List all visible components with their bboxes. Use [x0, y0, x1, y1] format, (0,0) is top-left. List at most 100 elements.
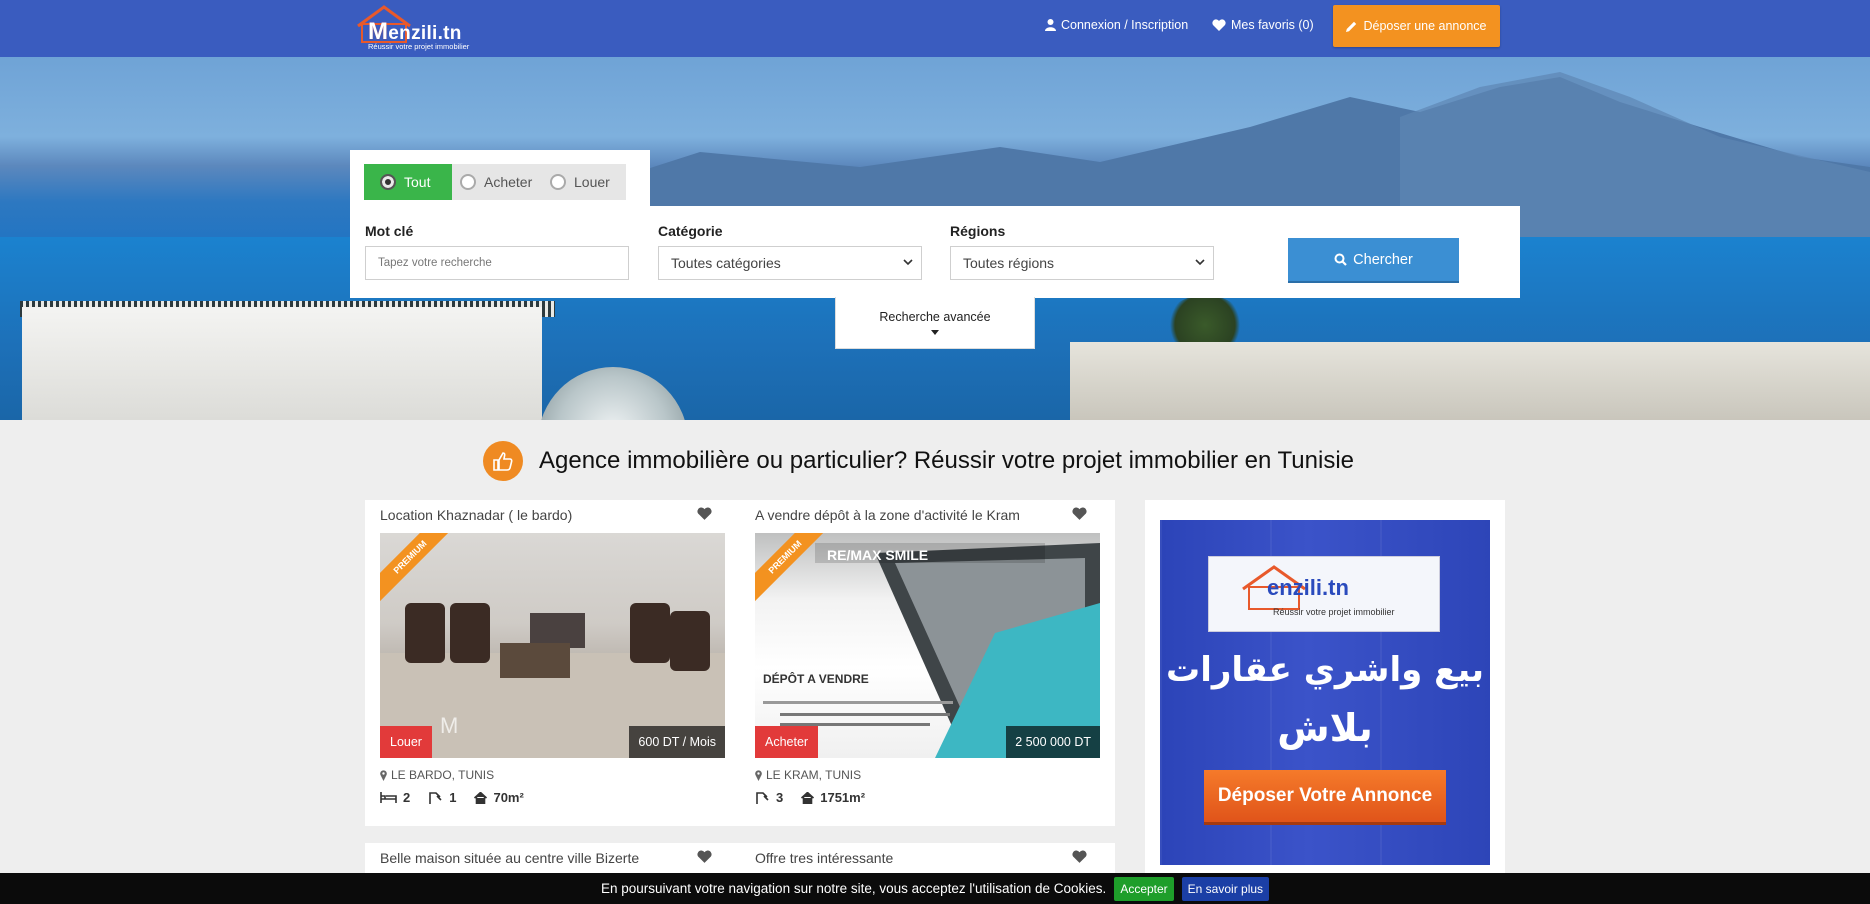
- search-icon: [1334, 253, 1347, 266]
- headline-text: Agence immobilière ou particulier? Réuss…: [539, 447, 1355, 474]
- site-logo[interactable]: Menzili.tn Réussir votre projet immobili…: [350, 2, 490, 54]
- ad-logo: enzili.tn Réussir votre projet immobilie…: [1208, 556, 1440, 632]
- favorite-heart-icon[interactable]: [697, 507, 712, 520]
- listing-title[interactable]: A vendre dépôt à la zone d'activité le K…: [755, 507, 1020, 523]
- map-marker-icon: [755, 769, 762, 781]
- ad-cta-button[interactable]: Déposer Votre Annonce: [1204, 770, 1446, 822]
- svg-text:M: M: [440, 713, 458, 738]
- chevron-down-icon: [903, 259, 913, 266]
- listing-title[interactable]: Location Khaznadar ( le bardo): [380, 507, 572, 523]
- user-icon: [1045, 19, 1056, 31]
- pencil-icon: [1346, 21, 1357, 32]
- listing-type-badge: Louer: [380, 726, 432, 758]
- listing-title[interactable]: Belle maison située au centre ville Bize…: [380, 850, 639, 866]
- listing-features: 3 1751m²: [755, 790, 865, 805]
- listing-photo[interactable]: M PREMIUM Louer 600 DT / Mois: [380, 533, 725, 758]
- search-button[interactable]: Chercher: [1288, 238, 1459, 281]
- search-button-label: Chercher: [1353, 251, 1413, 268]
- bedrooms-feature: 2: [380, 790, 410, 805]
- region-select[interactable]: Toutes régions: [950, 246, 1214, 280]
- surface-feature: 1751m²: [801, 790, 865, 805]
- radio-louer[interactable]: [550, 174, 566, 190]
- favorite-heart-icon[interactable]: [1072, 850, 1087, 863]
- advanced-search-label: Recherche avancée: [879, 310, 991, 324]
- headline: Agence immobilière ou particulier? Réuss…: [483, 440, 1354, 482]
- bathrooms-count: 1: [449, 790, 457, 805]
- ad-logo-tagline: Réussir votre projet immobilier: [1273, 607, 1395, 617]
- tab-tout-label: Tout: [404, 174, 431, 190]
- heart-icon: [1212, 19, 1226, 31]
- bathrooms-feature: 3: [755, 790, 783, 805]
- shower-icon: [429, 792, 442, 804]
- white-wall-image: [22, 307, 542, 420]
- building-flyer-image: RE/MAX SMILE DÉPÔT A VENDRE: [763, 543, 1100, 758]
- listing-location: LE BARDO, TUNIS: [380, 768, 494, 782]
- cookie-more-button[interactable]: En savoir plus: [1181, 876, 1270, 901]
- listing-location-text: LE KRAM, TUNIS: [766, 768, 862, 782]
- tab-acheter[interactable]: Acheter: [460, 164, 532, 200]
- tab-group: Tout Acheter Louer: [364, 164, 626, 200]
- listing-location-text: LE BARDO, TUNIS: [391, 768, 495, 782]
- shower-icon: [756, 792, 769, 804]
- ad-subheadline-arabic: بلاش: [1277, 706, 1373, 750]
- bathrooms-count: 3: [776, 790, 784, 805]
- search-panel: Mot clé Tapez votre recherche Catégorie …: [350, 206, 1520, 298]
- bedrooms-count: 2: [403, 790, 411, 805]
- tab-tout[interactable]: Tout: [364, 164, 452, 200]
- ad-sidebar: enzili.tn Réussir votre projet immobilie…: [1145, 500, 1505, 880]
- surface-value: 70m²: [493, 790, 524, 805]
- ad-headline-arabic: بيع واشري عقارات: [1166, 650, 1484, 690]
- post-ad-button[interactable]: Déposer une annonce: [1333, 5, 1500, 47]
- tab-louer-label: Louer: [574, 174, 610, 190]
- post-ad-label: Déposer une annonce: [1363, 19, 1487, 33]
- svg-text:RE/MAX SMILE: RE/MAX SMILE: [827, 547, 928, 563]
- thumbs-up-icon: [483, 441, 523, 481]
- navbar: Menzili.tn Réussir votre projet immobili…: [0, 0, 1870, 57]
- listing-location: LE KRAM, TUNIS: [755, 768, 861, 782]
- living-room-image: M: [380, 603, 725, 758]
- listing-grid: Location Khaznadar ( le bardo) M PREMIUM…: [365, 500, 1115, 826]
- keyword-label: Mot clé: [365, 223, 414, 239]
- radio-tout[interactable]: [380, 174, 396, 190]
- listing-photo[interactable]: RE/MAX SMILE DÉPÔT A VENDRE PREMIUM Ache…: [755, 533, 1100, 758]
- tab-acheter-label: Acheter: [484, 174, 533, 190]
- listing-type-badge: Acheter: [755, 726, 819, 758]
- listing-features: 2 1 70m²: [380, 790, 524, 805]
- cookie-accept-button[interactable]: Accepter: [1114, 876, 1174, 901]
- favorite-heart-icon[interactable]: [1072, 507, 1087, 520]
- rooftop-image: [1070, 342, 1870, 420]
- ad-banner[interactable]: enzili.tn Réussir votre projet immobilie…: [1160, 520, 1490, 865]
- chevron-down-icon: [1195, 259, 1205, 266]
- map-marker-icon: [380, 769, 387, 781]
- favorite-heart-icon[interactable]: [697, 850, 712, 863]
- keyword-input[interactable]: Tapez votre recherche: [365, 246, 629, 280]
- surface-feature: 70m²: [474, 790, 524, 805]
- category-select[interactable]: Toutes catégories: [658, 246, 922, 280]
- home-icon: [801, 791, 815, 804]
- favorites-link[interactable]: Mes favoris (0): [1212, 18, 1314, 32]
- region-label: Régions: [950, 223, 1006, 239]
- favorites-label: Mes favoris (0): [1231, 18, 1314, 32]
- listing-price: 2 500 000 DT: [1006, 726, 1100, 758]
- listing-title[interactable]: Offre tres intéressante: [755, 850, 893, 866]
- bathrooms-feature: 1: [428, 790, 456, 805]
- surface-value: 1751m²: [820, 790, 866, 805]
- category-value: Toutes catégories: [671, 255, 781, 271]
- caret-down-icon: [931, 330, 939, 335]
- ad-logo-text: enzili.tn: [1267, 575, 1349, 600]
- home-icon: [474, 791, 488, 804]
- cookie-message: En poursuivant votre navigation sur notr…: [600, 881, 1107, 896]
- bed-icon: [380, 792, 397, 803]
- login-label: Connexion / Inscription: [1061, 18, 1189, 32]
- search-type-tabs: Tout Acheter Louer: [350, 150, 650, 206]
- category-label: Catégorie: [658, 223, 723, 239]
- tab-louer[interactable]: Louer: [550, 164, 610, 200]
- svg-text:DÉPÔT A VENDRE: DÉPÔT A VENDRE: [763, 671, 869, 686]
- logo-tagline: Réussir votre projet immobilier: [368, 42, 470, 51]
- region-value: Toutes régions: [963, 255, 1055, 271]
- listing-price: 600 DT / Mois: [629, 726, 725, 758]
- login-link[interactable]: Connexion / Inscription: [1045, 18, 1188, 32]
- radio-acheter[interactable]: [460, 174, 476, 190]
- cookie-bar: En poursuivant votre navigation sur notr…: [0, 873, 1870, 904]
- advanced-search-toggle[interactable]: Recherche avancée: [835, 297, 1035, 349]
